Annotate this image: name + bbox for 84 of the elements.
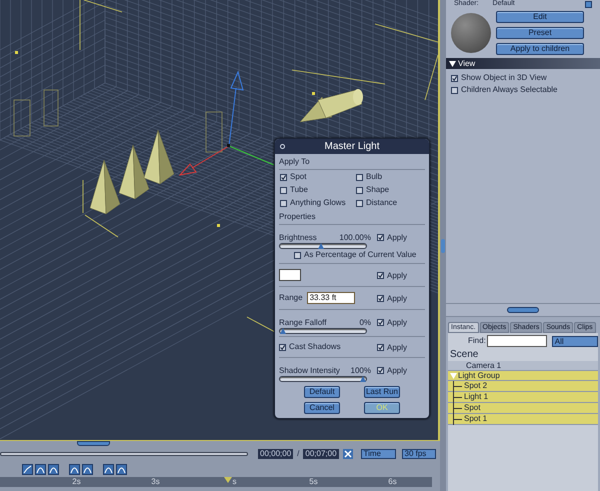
button[interactable]: Default	[304, 386, 340, 398]
filter-dropdown[interactable]: All	[552, 336, 598, 346]
scrub-bar[interactable]	[0, 452, 248, 456]
dropdown[interactable]: 30 fps	[402, 449, 436, 459]
property-label: Brightness	[279, 233, 317, 243]
checkmark-icon	[280, 344, 285, 350]
collapse-triangle-icon[interactable]	[449, 60, 456, 66]
checkmark-icon	[378, 234, 383, 241]
checkmark-icon	[378, 344, 383, 351]
slider-thumb[interactable]	[280, 328, 286, 334]
curve-button-icon[interactable]	[69, 464, 80, 474]
tree-item[interactable]: Camera 1	[448, 361, 598, 371]
section-label: Properties	[279, 212, 316, 222]
checkbox[interactable]: Spot	[280, 172, 356, 182]
curve-button-icon[interactable]	[35, 464, 46, 474]
input-field[interactable]: 33.33 ft	[306, 292, 355, 304]
splitter-handle[interactable]	[441, 238, 445, 252]
ruler-label: s	[232, 477, 236, 487]
apply-checkbox[interactable]: Apply	[377, 232, 408, 242]
button[interactable]: Apply to children	[496, 43, 584, 55]
apply-checkbox[interactable]: Apply	[377, 294, 408, 304]
curve-button-icon[interactable]	[82, 464, 93, 474]
checkmark-icon	[378, 319, 383, 326]
curve-button-icon[interactable]	[103, 464, 114, 474]
checkbox[interactable]: Cast Shadows	[279, 342, 341, 352]
dropdown-button[interactable]	[585, 0, 592, 8]
dialog-title: Master Light	[324, 140, 380, 154]
ruler-label: 6s	[388, 477, 397, 487]
button[interactable]: Cancel	[304, 402, 340, 414]
splitter-handle[interactable]	[507, 307, 539, 313]
property-label: Range Falloff	[279, 318, 326, 328]
section-label: Apply To	[279, 157, 311, 167]
find-field[interactable]	[486, 335, 547, 347]
checkmark-icon	[378, 367, 383, 374]
checkbox[interactable]: Show Object in 3D View	[451, 73, 595, 83]
button[interactable]: Last Run	[364, 386, 400, 398]
section-header[interactable]: View	[446, 58, 600, 69]
color-swatch[interactable]	[279, 269, 301, 281]
checkmark-icon	[281, 174, 286, 180]
tree-item[interactable]: Spot	[448, 403, 598, 414]
apply-checkbox[interactable]: Apply	[377, 366, 408, 376]
checkbox[interactable]: As Percentage of Current Value	[294, 250, 416, 260]
tree-item[interactable]: Light Group	[448, 371, 598, 381]
checkmark-icon	[378, 295, 383, 302]
button[interactable]: Preset	[496, 27, 584, 39]
tree-item[interactable]: Spot 1	[448, 414, 598, 425]
checkbox[interactable]: Children Always Selectable	[451, 85, 595, 95]
checkbox[interactable]: Shape	[356, 185, 425, 195]
tree-item[interactable]: Spot 2	[448, 381, 598, 392]
time-separator: /	[297, 448, 300, 460]
apply-checkbox[interactable]: Apply	[377, 342, 408, 352]
ruler-label: 5s	[309, 477, 318, 487]
slider-thumb[interactable]	[360, 376, 366, 382]
property-reading: 100%	[350, 366, 371, 376]
curve-button-icon[interactable]	[48, 464, 59, 474]
checkmark-icon	[452, 74, 457, 82]
slider[interactable]	[279, 243, 367, 249]
dropdown[interactable]: Time	[360, 449, 396, 459]
playhead-icon[interactable]	[224, 477, 232, 483]
slider[interactable]	[279, 376, 367, 382]
ruler-label: 3s	[151, 477, 160, 487]
checkmark-icon	[378, 272, 383, 279]
curve-button-icon[interactable]	[116, 464, 127, 474]
apply-checkbox[interactable]: Apply	[377, 318, 408, 328]
checkbox[interactable]: Bulb	[356, 172, 425, 182]
duration-display: 00;07;00	[303, 449, 339, 459]
scene-title: Scene	[449, 349, 480, 361]
time-display: 00;00;00	[258, 449, 294, 459]
checkbox[interactable]: Anything Glows	[280, 198, 356, 208]
property-reading: 100.00%	[339, 233, 371, 243]
property-label: Shadow Intensity	[279, 366, 340, 376]
find-label: Find:	[468, 335, 486, 347]
splitter-handle[interactable]	[77, 441, 110, 446]
button[interactable]: Edit	[496, 11, 584, 23]
checkbox[interactable]: Tube	[280, 185, 356, 195]
ruler-label: 2s	[72, 477, 81, 487]
curve-button-icon[interactable]	[22, 464, 33, 474]
apply-checkbox[interactable]: Apply	[377, 270, 408, 280]
property-reading: 0%	[359, 318, 371, 328]
checkbox[interactable]: Distance	[356, 198, 425, 208]
property-label: Range	[279, 292, 303, 304]
tree-item[interactable]: Light 1	[448, 392, 598, 403]
slider[interactable]	[279, 328, 367, 334]
slider-thumb[interactable]	[318, 243, 324, 249]
